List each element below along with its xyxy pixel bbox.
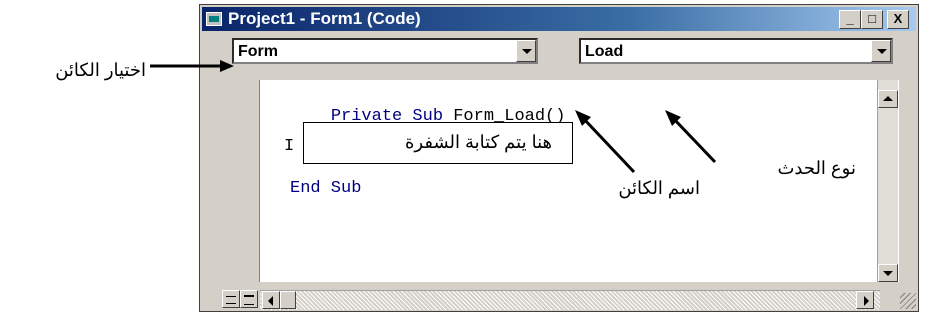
arrow-left-icon (268, 296, 273, 306)
procedure-view-icon (226, 296, 236, 304)
annotation-event-type: نوع الحدث (777, 158, 856, 178)
scroll-up-button[interactable] (878, 90, 898, 108)
annotation-code-box: هنا يتم كتابة الشفرة (303, 122, 573, 164)
annotation-arrow-right-icon (150, 60, 234, 72)
event-combo-value: Load (585, 43, 624, 60)
form-icon[interactable] (206, 12, 222, 26)
procedure-view-button[interactable] (222, 290, 240, 308)
object-combo[interactable]: Form (232, 38, 538, 64)
scroll-down-button[interactable] (878, 264, 898, 282)
maximize-button[interactable]: □ (861, 10, 883, 29)
scroll-right-button[interactable] (856, 291, 874, 309)
scroll-left-button[interactable] (262, 291, 280, 309)
annotation-object-select: اختيار الكائن (55, 60, 146, 80)
full-module-view-button[interactable] (240, 290, 258, 308)
full-module-view-icon (244, 295, 254, 305)
vertical-scrollbar[interactable] (877, 80, 898, 282)
window-title: Project1 - Form1 (Code) (228, 9, 421, 28)
code-margin (218, 80, 260, 282)
horizontal-scroll-thumb[interactable] (280, 291, 296, 309)
text-cursor: I (284, 137, 295, 156)
code-line-end-sub: End Sub (290, 179, 362, 198)
arrow-up-icon (883, 96, 893, 101)
event-combo[interactable]: Load (579, 38, 893, 64)
minimize-button[interactable]: _ (839, 10, 861, 29)
close-button[interactable]: X (887, 10, 909, 29)
object-combo-value: Form (238, 43, 278, 60)
event-combo-dropdown-icon[interactable] (871, 40, 891, 62)
horizontal-scrollbar[interactable] (260, 290, 880, 310)
title-bar[interactable]: Project1 - Form1 (Code) _ □ X (202, 7, 916, 31)
object-combo-dropdown-icon[interactable] (516, 40, 536, 62)
annotation-code-here: هنا يتم كتابة الشفرة (405, 132, 552, 152)
arrow-right-icon (864, 296, 869, 306)
annotation-object-name: اسم الكائن (618, 178, 700, 198)
resize-grip-icon[interactable] (900, 293, 916, 309)
arrow-down-icon (883, 271, 893, 276)
